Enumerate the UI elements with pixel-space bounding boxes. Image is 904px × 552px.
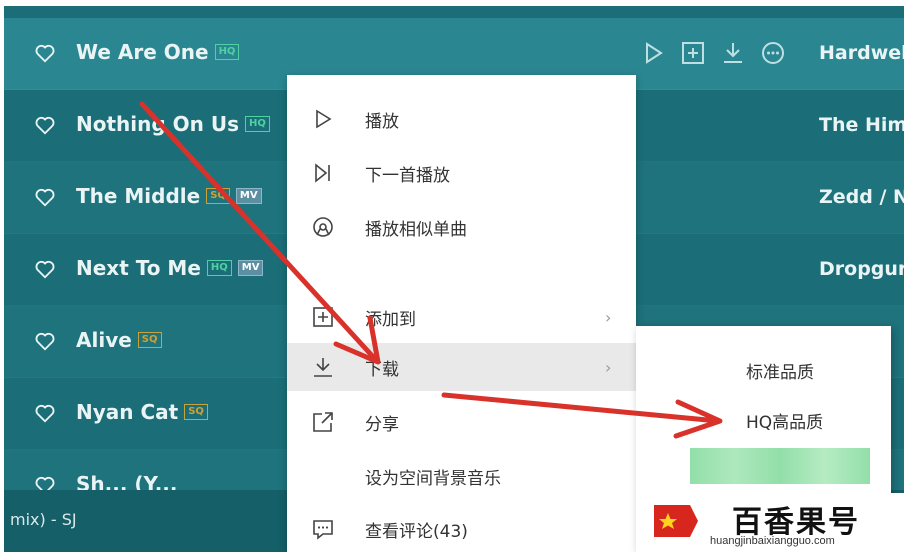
song-artist[interactable]: The Him (819, 114, 904, 136)
sq-badge: SQ (206, 188, 230, 204)
menu-item-label: 下一首播放 (365, 165, 450, 186)
play-icon[interactable] (640, 40, 666, 66)
play-next-icon (315, 163, 330, 183)
sq-badge: SQ (184, 404, 208, 420)
submenu-item-standard-quality[interactable]: 标准品质 (746, 358, 814, 383)
hq-badge: HQ (206, 260, 232, 276)
watermark-url: huangjinbaixiangguo.com (710, 535, 835, 547)
menu-item-label: 设为空间背景音乐 (365, 468, 501, 489)
song-title: We Are One HQ (76, 40, 240, 64)
menu-item-play-similar[interactable]: 播放相似单曲 (287, 203, 636, 251)
radio-icon (313, 217, 333, 237)
menu-item-label: 分享 (365, 414, 399, 435)
submenu-item-hq-quality[interactable]: HQ高品质 (746, 408, 823, 433)
song-title-text: Nothing On Us (76, 112, 239, 136)
chevron-right-icon: › (605, 357, 612, 377)
blurred-menu-item (690, 448, 870, 484)
menu-item-download[interactable]: 下载 › (287, 343, 636, 391)
song-title-text: Next To Me (76, 256, 201, 280)
song-title-text: Nyan Cat (76, 400, 179, 424)
comment-icon (313, 520, 333, 540)
song-artist[interactable]: Hardwel (819, 42, 904, 64)
song-title: Alive SQ (76, 328, 162, 352)
song-artist[interactable]: Dropgur (819, 258, 904, 280)
menu-item-add-to[interactable]: 添加到 › (287, 293, 636, 341)
share-icon (313, 412, 333, 432)
menu-item-play-next[interactable]: 下一首播放 (287, 149, 636, 197)
mv-badge[interactable]: MV (235, 188, 262, 204)
download-icon[interactable] (720, 40, 746, 66)
more-icon[interactable] (760, 40, 786, 66)
song-title-text: Alive (76, 328, 132, 352)
menu-item-label: 播放相似单曲 (365, 219, 467, 240)
watermark-logo-icon (654, 505, 698, 537)
menu-item-label: 添加到 (365, 309, 416, 330)
hq-badge: HQ (245, 116, 270, 132)
context-menu: 播放 下一首播放 播放相似单曲 添加到 › 下载 › 分享 设为空间背景音乐 查… (287, 75, 636, 552)
mv-badge[interactable]: MV (237, 260, 264, 276)
song-title: Nothing On Us HQ (76, 112, 270, 136)
menu-item-label: 播放 (365, 111, 399, 132)
heart-icon[interactable] (34, 258, 56, 280)
play-outline-icon (316, 109, 332, 129)
sq-badge: SQ (137, 332, 162, 348)
song-title: The Middle SQ MV (76, 184, 262, 208)
now-playing-text: mix) - SJ (10, 510, 77, 529)
menu-item-play[interactable]: 播放 (287, 95, 636, 143)
add-icon[interactable] (680, 40, 706, 66)
menu-item-set-background-music[interactable]: 设为空间背景音乐 (287, 452, 636, 500)
heart-icon[interactable] (34, 330, 56, 352)
add-to-icon (313, 307, 333, 327)
chevron-right-icon: › (605, 307, 612, 327)
menu-item-view-comments[interactable]: 查看评论(43) (287, 505, 636, 552)
menu-item-label: 下载 (365, 359, 399, 380)
heart-icon[interactable] (34, 402, 56, 424)
menu-item-share[interactable]: 分享 (287, 398, 636, 446)
menu-item-label: 查看评论(43) (365, 521, 468, 542)
hq-badge: HQ (214, 44, 240, 60)
song-title-text: The Middle (76, 184, 201, 208)
heart-icon[interactable] (34, 186, 56, 208)
song-title: Nyan Cat SQ (76, 400, 208, 424)
watermark: 百香果号 huangjinbaixiangguo.com (636, 493, 904, 552)
song-title: Next To Me HQ MV (76, 256, 264, 280)
song-title-text: We Are One (76, 40, 209, 64)
download-icon (314, 358, 332, 377)
song-artist[interactable]: Zedd / N (819, 186, 904, 208)
heart-icon[interactable] (34, 42, 56, 64)
row-actions (640, 40, 786, 66)
heart-icon[interactable] (34, 114, 56, 136)
